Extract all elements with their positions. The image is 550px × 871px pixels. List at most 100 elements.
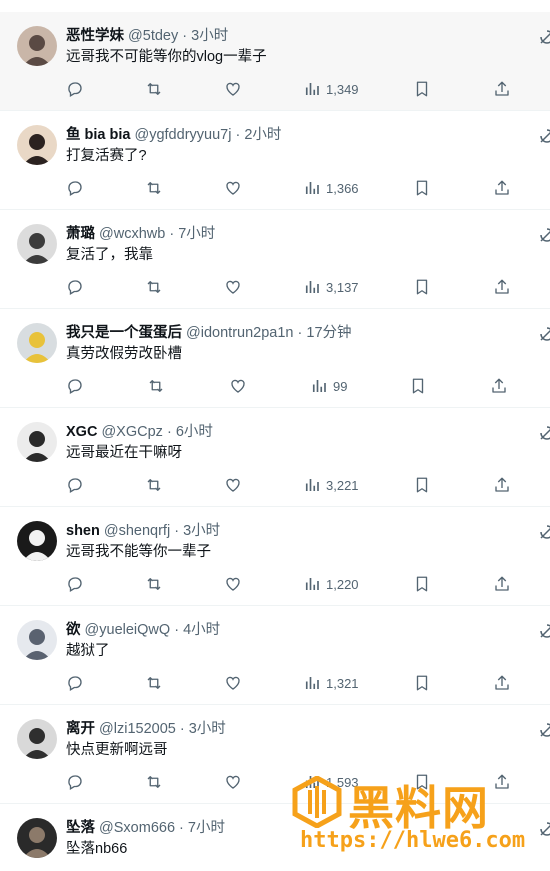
like-button[interactable]	[229, 376, 247, 396]
repost-button[interactable]	[145, 277, 163, 297]
timestamp[interactable]: 6小时	[176, 424, 213, 440]
share-button[interactable]	[493, 673, 511, 693]
bookmark-button[interactable]	[413, 277, 431, 297]
tweet[interactable]: shen @shenqrfj · 3小时 远哥我不能等你一辈子 1,220	[0, 507, 550, 606]
tweet[interactable]: XGC @XGCpz · 6小时 远哥最近在干嘛呀 3,221	[0, 408, 550, 507]
display-name[interactable]: 我只是一个蛋蛋后	[66, 325, 182, 341]
timestamp[interactable]: 4小时	[183, 622, 220, 638]
tweet[interactable]: 欲 @yueleiQwQ · 4小时 越狱了 1,321	[0, 606, 550, 705]
grok-icon[interactable]	[538, 28, 550, 46]
timestamp[interactable]: 7小时	[178, 226, 215, 242]
user-handle[interactable]: @wcxhwb	[99, 226, 165, 242]
like-button[interactable]	[224, 475, 242, 495]
grok-icon[interactable]	[538, 325, 550, 343]
share-button[interactable]	[493, 475, 511, 495]
views-button[interactable]: 1,349	[303, 79, 359, 99]
tweet[interactable]: 我只是一个蛋蛋后 @idontrun2pa1n · 17分钟 真劳改假劳改卧槽 …	[0, 309, 550, 408]
like-button[interactable]	[224, 574, 242, 594]
avatar[interactable]	[17, 323, 57, 363]
tweet[interactable]: 鱼 bia bia @ygfddryyuu7j · 2小时 打复活赛了? 1,3…	[0, 111, 550, 210]
reply-icon	[68, 775, 82, 790]
display-name[interactable]: XGC	[66, 424, 97, 440]
views-button[interactable]: 1,366	[303, 178, 359, 198]
user-handle[interactable]: @lzi152005	[99, 721, 176, 737]
like-button[interactable]	[224, 277, 242, 297]
display-name[interactable]: 欲	[66, 622, 81, 638]
tweet[interactable]: 恶性学妹 @5tdey · 3小时 远哥我不可能等你的vlog一辈子 1,349	[0, 12, 550, 111]
repost-button[interactable]	[145, 673, 163, 693]
user-handle[interactable]: @XGCpz	[101, 424, 162, 440]
grok-icon[interactable]	[538, 424, 550, 442]
views-icon	[312, 380, 326, 392]
timestamp[interactable]: 7小时	[188, 820, 225, 836]
timestamp[interactable]: 3小时	[189, 721, 226, 737]
reply-button[interactable]	[66, 475, 84, 495]
tweet-header: 离开 @lzi152005 · 3小时	[66, 720, 226, 738]
like-button[interactable]	[224, 673, 242, 693]
repost-button[interactable]	[147, 376, 165, 396]
like-button[interactable]	[224, 79, 242, 99]
like-button[interactable]	[224, 178, 242, 198]
reply-button[interactable]	[66, 178, 84, 198]
timestamp[interactable]: 3小时	[183, 523, 220, 539]
avatar[interactable]	[17, 26, 57, 66]
avatar[interactable]	[17, 521, 57, 561]
share-button[interactable]	[493, 178, 511, 198]
user-handle[interactable]: @shenqrfj	[104, 523, 170, 539]
user-handle[interactable]: @ygfddryyuu7j	[135, 127, 232, 143]
like-button[interactable]	[224, 772, 242, 792]
avatar[interactable]	[17, 719, 57, 759]
repost-button[interactable]	[145, 574, 163, 594]
timestamp[interactable]: 3小时	[191, 28, 228, 44]
repost-button[interactable]	[145, 178, 163, 198]
share-button[interactable]	[493, 574, 511, 594]
bookmark-button[interactable]	[413, 574, 431, 594]
reply-button[interactable]	[66, 673, 84, 693]
grok-icon[interactable]	[538, 523, 550, 541]
display-name[interactable]: 萧璐	[66, 226, 95, 242]
avatar[interactable]	[17, 125, 57, 165]
user-handle[interactable]: @5tdey	[128, 28, 178, 44]
views-button[interactable]: 1,321	[303, 673, 359, 693]
avatar[interactable]	[17, 620, 57, 660]
user-handle[interactable]: @Sxom666	[99, 820, 175, 836]
tweet[interactable]: 萧璐 @wcxhwb · 7小时 复活了，我靠 3,137	[0, 210, 550, 309]
bookmark-button[interactable]	[409, 376, 427, 396]
reply-button[interactable]	[66, 574, 84, 594]
reply-button[interactable]	[66, 277, 84, 297]
views-button[interactable]: 3,221	[303, 475, 359, 495]
display-name[interactable]: 坠落	[66, 820, 95, 836]
repost-button[interactable]	[145, 475, 163, 495]
share-button[interactable]	[490, 376, 508, 396]
reply-button[interactable]	[66, 376, 84, 396]
reply-button[interactable]	[66, 772, 84, 792]
views-button[interactable]: 1,220	[303, 574, 359, 594]
repost-button[interactable]	[145, 772, 163, 792]
bookmark-button[interactable]	[413, 475, 431, 495]
bookmark-button[interactable]	[413, 673, 431, 693]
display-name[interactable]: shen	[66, 523, 100, 539]
display-name[interactable]: 恶性学妹	[66, 28, 124, 44]
grok-icon[interactable]	[538, 622, 550, 640]
grok-icon[interactable]	[538, 127, 550, 145]
avatar[interactable]	[17, 422, 57, 462]
views-icon	[305, 182, 319, 194]
bookmark-button[interactable]	[413, 178, 431, 198]
views-button[interactable]: 3,137	[303, 277, 359, 297]
bookmark-button[interactable]	[413, 79, 431, 99]
display-name[interactable]: 鱼 bia bia	[66, 127, 130, 143]
avatar[interactable]	[17, 818, 57, 858]
share-button[interactable]	[493, 277, 511, 297]
user-handle[interactable]: @idontrun2pa1n	[186, 325, 293, 341]
grok-icon[interactable]	[538, 226, 550, 244]
user-handle[interactable]: @yueleiQwQ	[85, 622, 171, 638]
display-name[interactable]: 离开	[66, 721, 95, 737]
views-button[interactable]: 99	[310, 376, 347, 396]
avatar[interactable]	[17, 224, 57, 264]
repost-button[interactable]	[145, 79, 163, 99]
share-button[interactable]	[493, 79, 511, 99]
timestamp[interactable]: 2小时	[244, 127, 281, 143]
reply-button[interactable]	[66, 79, 84, 99]
timestamp[interactable]: 17分钟	[306, 325, 351, 341]
grok-icon[interactable]	[538, 721, 550, 739]
